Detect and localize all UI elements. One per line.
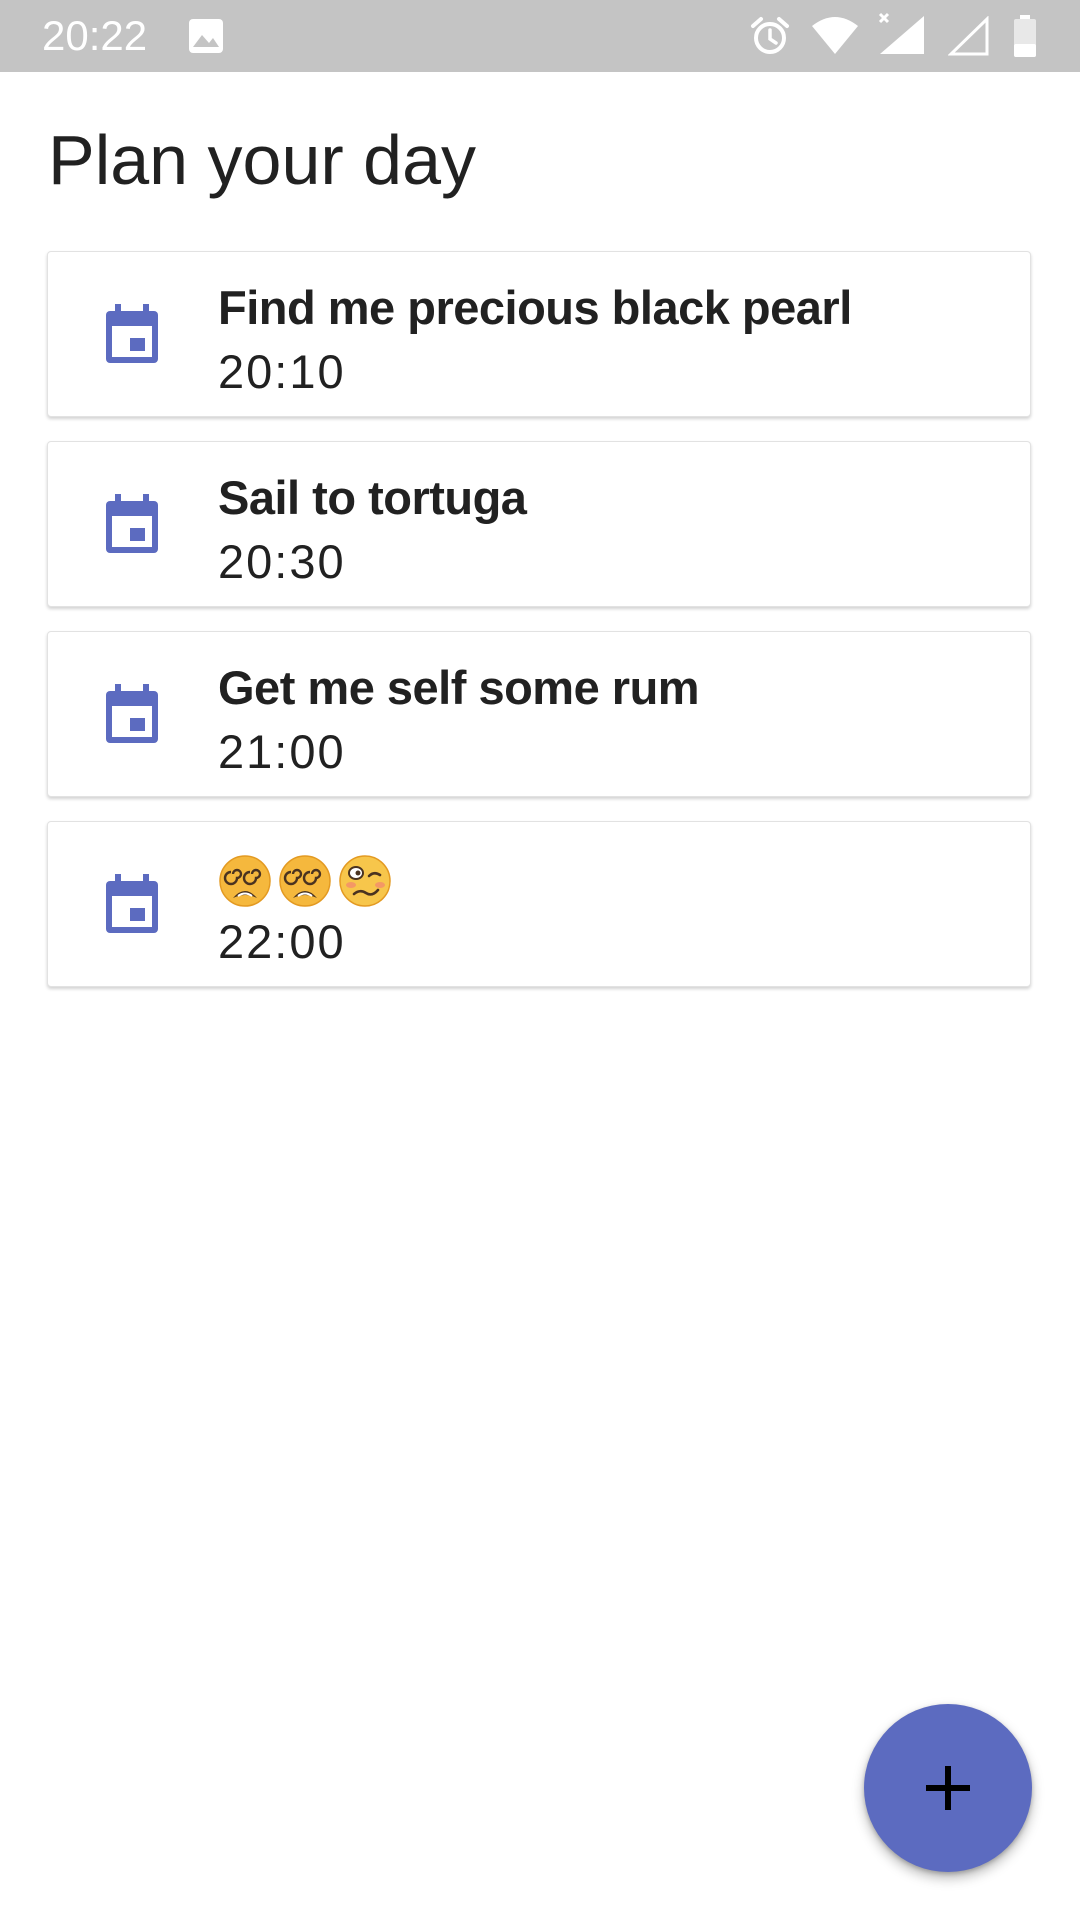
calendar-icon: [106, 304, 158, 363]
signal-icon: [878, 12, 924, 54]
plus-icon: [926, 1766, 970, 1810]
task-card[interactable]: 22:00: [47, 821, 1031, 987]
woozy-face-emoji: [339, 855, 391, 907]
calendar-icon: [106, 684, 158, 743]
dizzy-face-emoji: [279, 855, 331, 907]
calendar-icon: [106, 494, 158, 553]
task-title: Find me precious black pearl: [218, 281, 852, 334]
task-list: Find me precious black pearl 20:10 Sail …: [47, 251, 1033, 1011]
status-time: 20:22: [42, 12, 148, 59]
wifi-icon: [812, 17, 858, 54]
task-card[interactable]: Get me self some rum 21:00: [47, 631, 1031, 797]
page-title: Plan your day: [48, 121, 477, 199]
task-card[interactable]: Find me precious black pearl 20:10: [47, 251, 1031, 417]
alarm-icon: [751, 17, 789, 54]
battery-icon: [1014, 15, 1036, 57]
signal-empty-icon: [948, 16, 989, 56]
task-time: 21:00: [218, 725, 346, 778]
dizzy-face-emoji: [219, 855, 271, 907]
task-time: 20:30: [218, 535, 346, 588]
task-title: Sail to tortuga: [218, 471, 527, 524]
task-card[interactable]: Sail to tortuga 20:30: [47, 441, 1031, 607]
calendar-icon: [106, 874, 158, 933]
status-bar: 20:22: [0, 0, 1080, 72]
task-title-emojis: [218, 854, 392, 908]
task-time: 22:00: [218, 915, 346, 968]
task-time: 20:10: [218, 345, 346, 398]
add-task-button[interactable]: [864, 1704, 1032, 1872]
image-icon: [189, 19, 223, 53]
task-title: Get me self some rum: [218, 661, 700, 714]
